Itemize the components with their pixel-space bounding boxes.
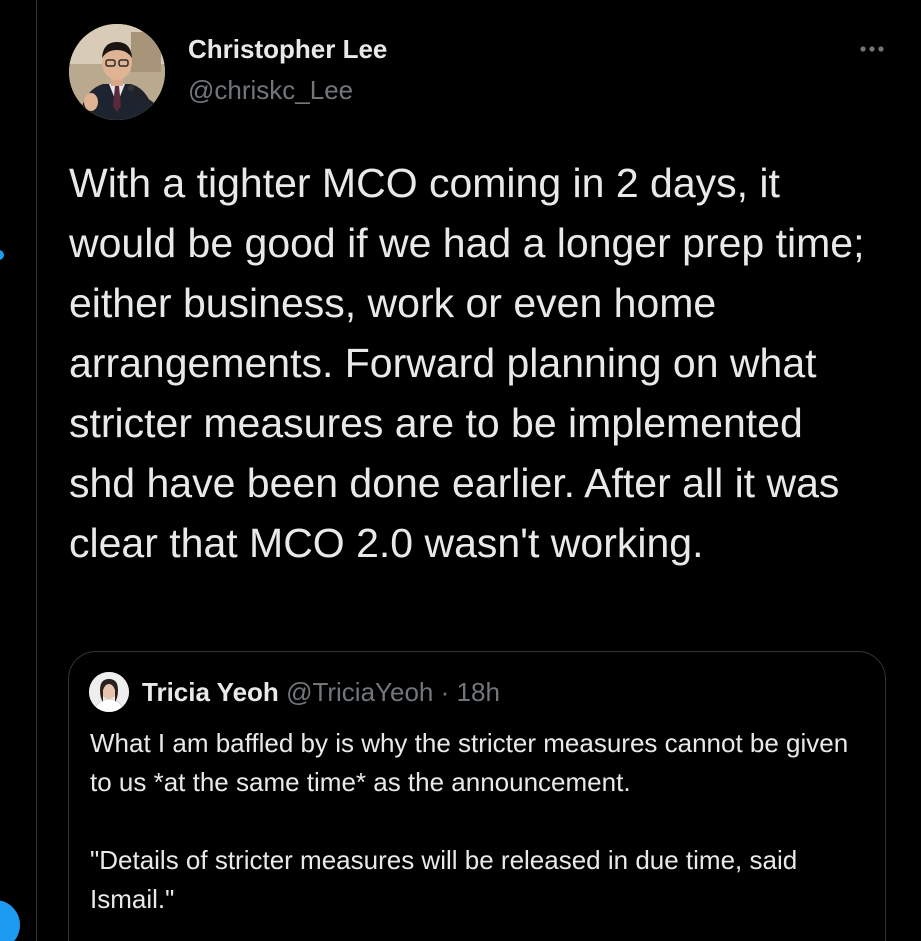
quoted-tweet-text: What I am baffled by is why the stricter… [90, 728, 849, 797]
author-avatar[interactable] [69, 24, 165, 120]
quoted-author-name: Tricia Yeoh [142, 677, 279, 707]
quoted-tweet-card[interactable]: Tricia Yeoh @TriciaYeoh · 18h What I am … [68, 651, 886, 941]
tweet-detail: Christopher Lee @chriskc_Lee With a tigh… [37, 0, 921, 941]
more-horizontal-icon [860, 46, 884, 52]
left-nav-rail [0, 0, 36, 941]
quoted-author-avatar [89, 672, 129, 712]
quoted-tweet-header: Tricia Yeoh @TriciaYeoh · 18h [142, 677, 500, 708]
quoted-tweet-time: 18h [456, 677, 500, 707]
author-avatar-image [69, 24, 165, 120]
nav-indicator-dot [0, 250, 4, 260]
header-separator: · [440, 677, 450, 707]
author-name[interactable]: Christopher Lee [188, 34, 387, 65]
quoted-author-handle: @TriciaYeoh [286, 677, 434, 707]
quoted-author-avatar-image [89, 672, 129, 712]
author-handle[interactable]: @chriskc_Lee [188, 75, 353, 106]
quoted-tweet-text-2: "Details of stricter measures will be re… [90, 845, 798, 914]
more-options-button[interactable] [855, 34, 889, 64]
tweet-text: With a tighter MCO coming in 2 days, it … [69, 160, 865, 566]
compose-tweet-button[interactable] [0, 900, 20, 941]
